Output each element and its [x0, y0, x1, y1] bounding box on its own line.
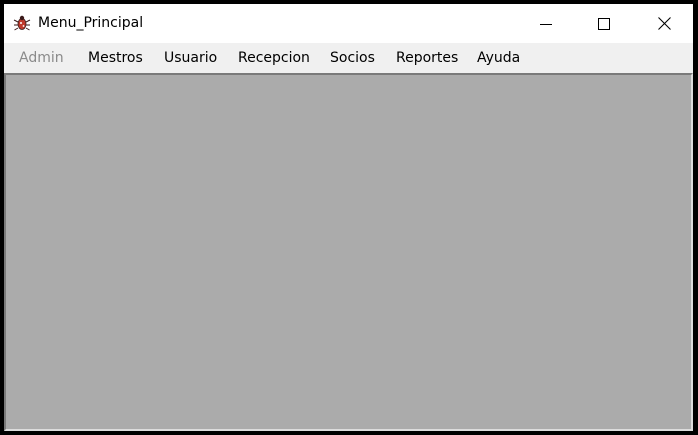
- minimize-icon: [540, 23, 552, 25]
- menu-reportes[interactable]: Reportes: [396, 43, 458, 73]
- menu-bar: Admin Mestros Usuario Recepcion Socios R…: [4, 43, 693, 73]
- menu-usuario[interactable]: Usuario: [164, 43, 217, 73]
- mdi-client-area[interactable]: [4, 73, 693, 431]
- menu-mestros[interactable]: Mestros: [88, 43, 143, 73]
- menu-recepcion[interactable]: Recepcion: [238, 43, 310, 73]
- maximize-button[interactable]: [575, 4, 633, 43]
- window-title: Menu_Principal: [38, 15, 144, 31]
- bug-app-icon[interactable]: [13, 14, 31, 32]
- close-button[interactable]: [635, 4, 693, 43]
- main-window: Menu_Principal Admin Mestros Usuario Rec…: [4, 4, 693, 431]
- menu-admin[interactable]: Admin: [19, 43, 64, 73]
- menu-socios[interactable]: Socios: [330, 43, 375, 73]
- title-bar[interactable]: Menu_Principal: [4, 4, 693, 43]
- close-icon: [657, 17, 671, 30]
- menu-ayuda[interactable]: Ayuda: [477, 43, 520, 73]
- minimize-button[interactable]: [517, 4, 575, 43]
- maximize-icon: [598, 17, 610, 30]
